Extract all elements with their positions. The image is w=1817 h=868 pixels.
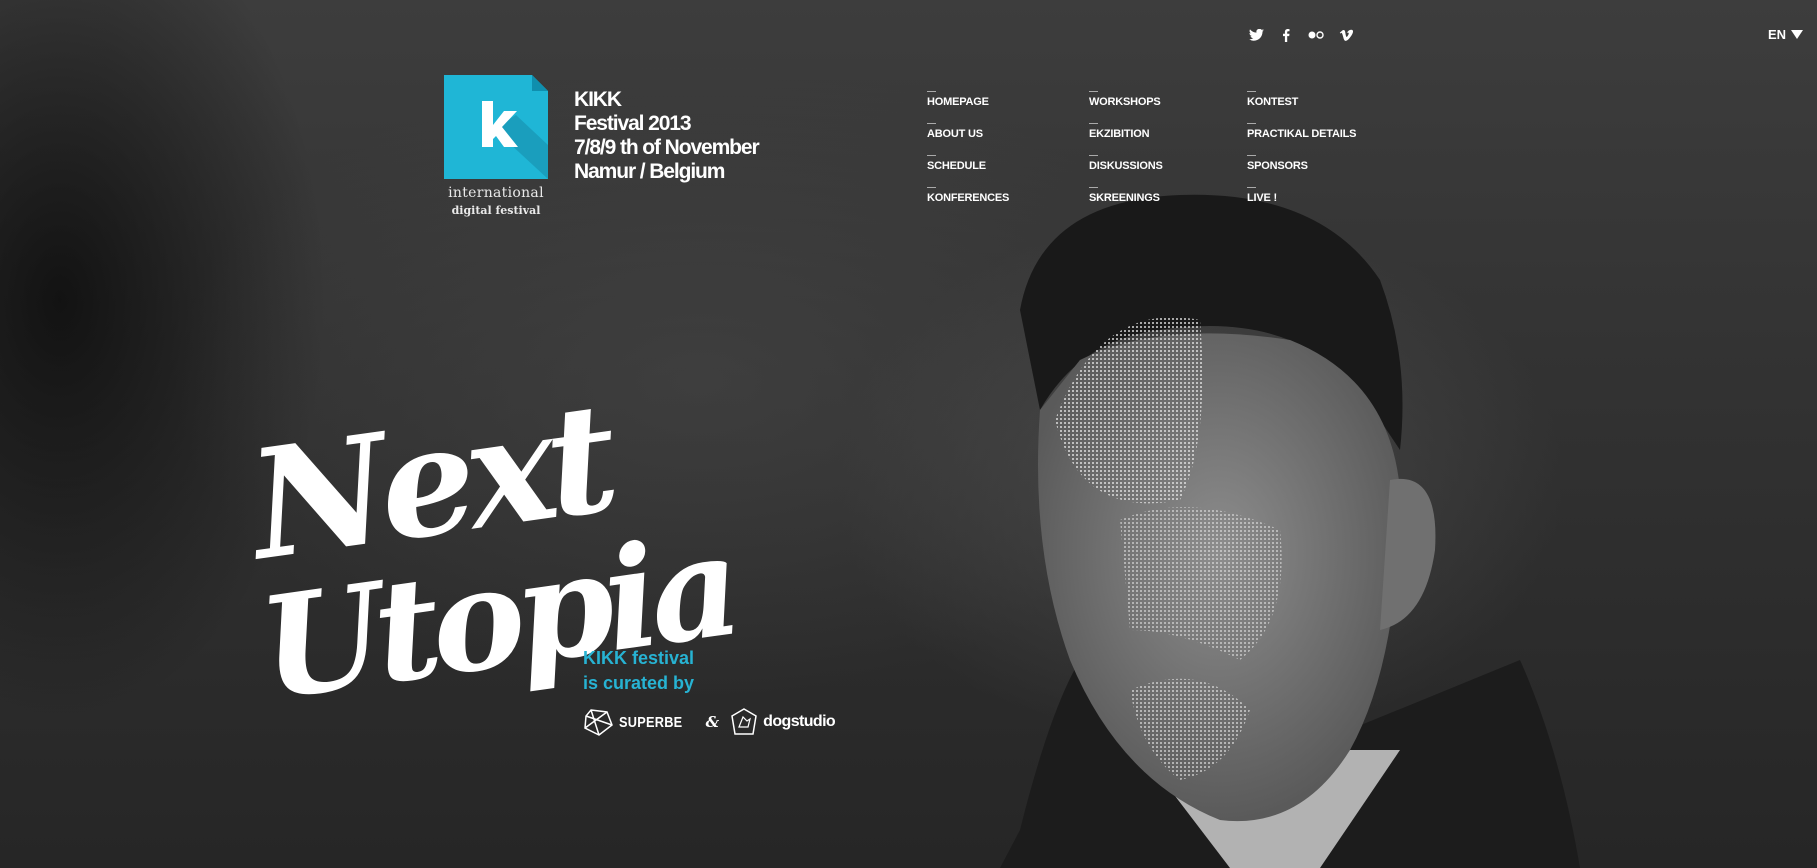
language-selector[interactable]: EN [1768,27,1804,42]
nav-item-kontest[interactable]: KONTEST [1247,91,1298,108]
hero-portrait-image [1000,194,1580,868]
nav-item-live[interactable]: LIVE ! [1247,187,1277,204]
festival-edition: Festival 2013 [574,112,692,135]
kikk-logo[interactable]: international digital festival [444,75,548,217]
flickr-icon[interactable] [1308,27,1324,43]
kikk-logo-mark [444,75,548,179]
nav-item-practikal-details[interactable]: PRACTIKAL DETAILS [1247,123,1356,140]
dogstudio-icon [731,708,757,735]
nav-item-sponsors[interactable]: SPONSORS [1247,155,1308,172]
nav-item-schedule[interactable]: SCHEDULE [927,155,986,172]
festival-location: Namur / Belgium [574,160,725,183]
dogstudio-name: dogstudio [763,713,836,730]
nav-item-workshops[interactable]: WORKSHOPS [1089,91,1161,108]
curated-line-2: is curated by [583,673,695,693]
festival-info: KIKK Festival 2013 7/8/9 th of November … [574,88,760,184]
logo-text-international: international [448,185,544,201]
partner-logos: SUPERBE & dogstudio [583,708,836,736]
nav-item-homepage[interactable]: HOMEPAGE [927,91,989,108]
nav-item-skreenings[interactable]: SKREENINGS [1089,187,1160,204]
facebook-icon[interactable] [1278,27,1294,43]
superbe-icon [584,709,613,736]
vimeo-icon[interactable] [1338,27,1354,43]
nav-item-ekzibition[interactable]: EKZIBITION [1089,123,1150,140]
language-label: EN [1768,27,1787,42]
superbe-logo[interactable]: SUPERBE [583,708,694,736]
festival-name: KIKK [574,88,622,111]
main-navigation: HOMEPAGE ABOUT US SCHEDULE KONFERENCES W… [927,85,1367,215]
chevron-down-icon [1791,30,1804,39]
festival-dates: 7/8/9 th of November [574,136,760,159]
twitter-icon[interactable] [1248,27,1264,43]
social-links [1248,27,1354,43]
partner-separator: & [705,713,720,731]
nav-item-about-us[interactable]: ABOUT US [927,123,983,140]
curated-by-text: KIKK festival is curated by [583,646,694,696]
nav-item-konferences[interactable]: KONFERENCES [927,187,1009,204]
curated-line-1: KIKK festival [583,648,695,668]
superbe-name: SUPERBE [619,713,683,731]
nav-item-diskussions[interactable]: DISKUSSIONS [1089,155,1163,172]
dogstudio-logo[interactable]: dogstudio [731,708,836,736]
logo-text-digital-festival: digital festival [451,204,541,217]
